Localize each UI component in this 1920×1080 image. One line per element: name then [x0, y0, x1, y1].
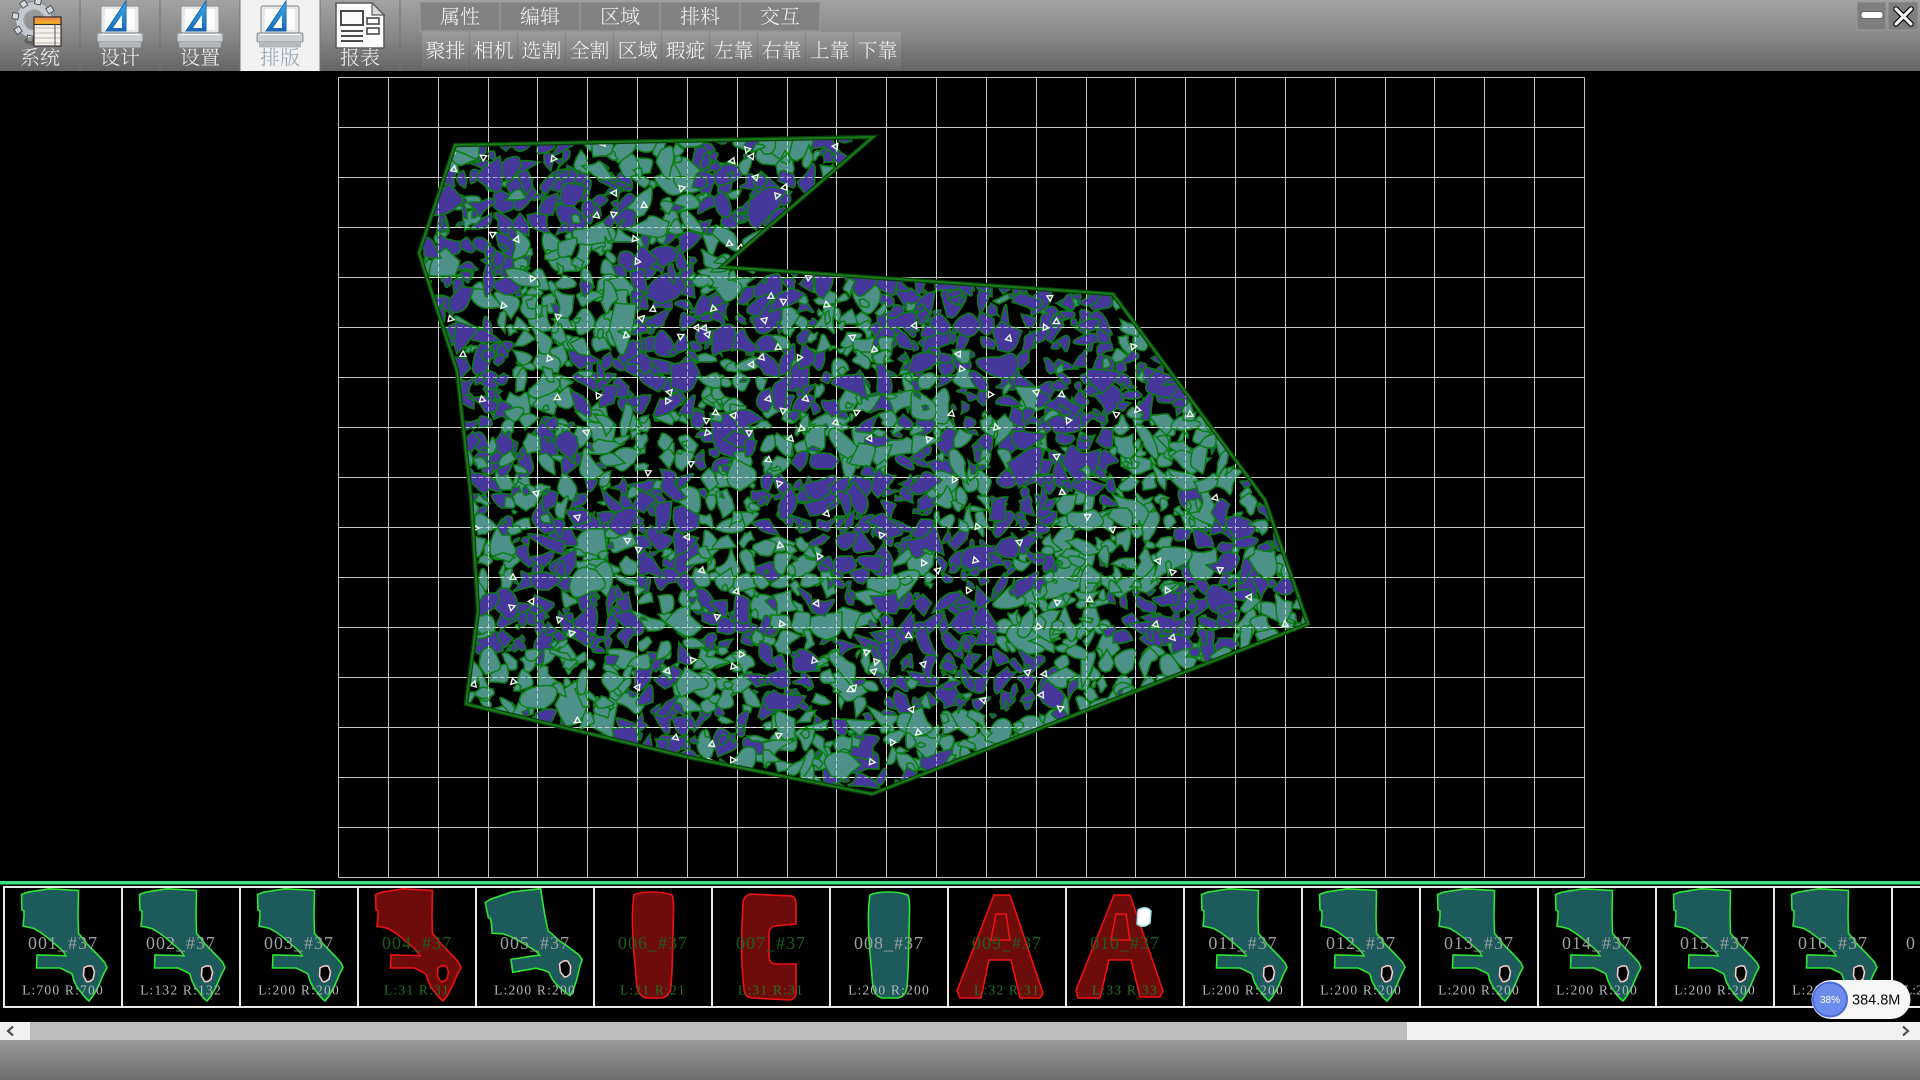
svg-text:384.8M: 384.8M — [1852, 993, 1900, 1009]
svg-text:008_#37: 008_#37 — [854, 933, 924, 953]
svg-text:L:200 R:200: L:200 R:200 — [258, 983, 340, 998]
svg-text:003_#37: 003_#37 — [264, 933, 334, 953]
svg-text:012_#37: 012_#37 — [1326, 933, 1396, 953]
svg-text:001_#37: 001_#37 — [28, 933, 98, 953]
svg-text:L:21 R:21: L:21 R:21 — [620, 983, 686, 998]
svg-text:L:200 R:200: L:200 R:200 — [494, 983, 576, 998]
svg-text:015_#37: 015_#37 — [1680, 933, 1750, 953]
svg-text:010_#37: 010_#37 — [1090, 933, 1160, 953]
svg-text:L:200 R:200: L:200 R:200 — [1674, 983, 1756, 998]
svg-text:L:200 R:200: L:200 R:200 — [1438, 983, 1520, 998]
svg-text:L:200 R:200: L:200 R:200 — [1202, 983, 1284, 998]
svg-text:L:31 R:31: L:31 R:31 — [738, 983, 804, 998]
svg-text:L:32 R:31: L:32 R:31 — [974, 983, 1040, 998]
svg-text:L:132 R:132: L:132 R:132 — [140, 983, 222, 998]
svg-text:L:200 R:200: L:200 R:200 — [848, 983, 930, 998]
svg-text:L:700 R:700: L:700 R:700 — [22, 983, 104, 998]
svg-text:005_#37: 005_#37 — [500, 933, 570, 953]
svg-text:004_#37: 004_#37 — [382, 933, 452, 953]
svg-text:0: 0 — [1906, 933, 1915, 953]
svg-text:011_#37: 011_#37 — [1208, 933, 1277, 953]
svg-text:L:200 R:200: L:200 R:200 — [1320, 983, 1402, 998]
svg-text:007_#37: 007_#37 — [736, 933, 806, 953]
svg-text:014_#37: 014_#37 — [1562, 933, 1632, 953]
svg-text:013_#37: 013_#37 — [1444, 933, 1514, 953]
svg-text:009_#37: 009_#37 — [972, 933, 1042, 953]
svg-text:L:31 R:31: L:31 R:31 — [384, 983, 450, 998]
svg-text:016_#37: 016_#37 — [1798, 933, 1868, 953]
svg-text:L:33 R:33: L:33 R:33 — [1092, 983, 1158, 998]
svg-text:L:200 R:200: L:200 R:200 — [1556, 983, 1638, 998]
svg-text:38%: 38% — [1820, 995, 1840, 1006]
svg-text:006_#37: 006_#37 — [618, 933, 688, 953]
svg-text:002_#37: 002_#37 — [146, 933, 216, 953]
